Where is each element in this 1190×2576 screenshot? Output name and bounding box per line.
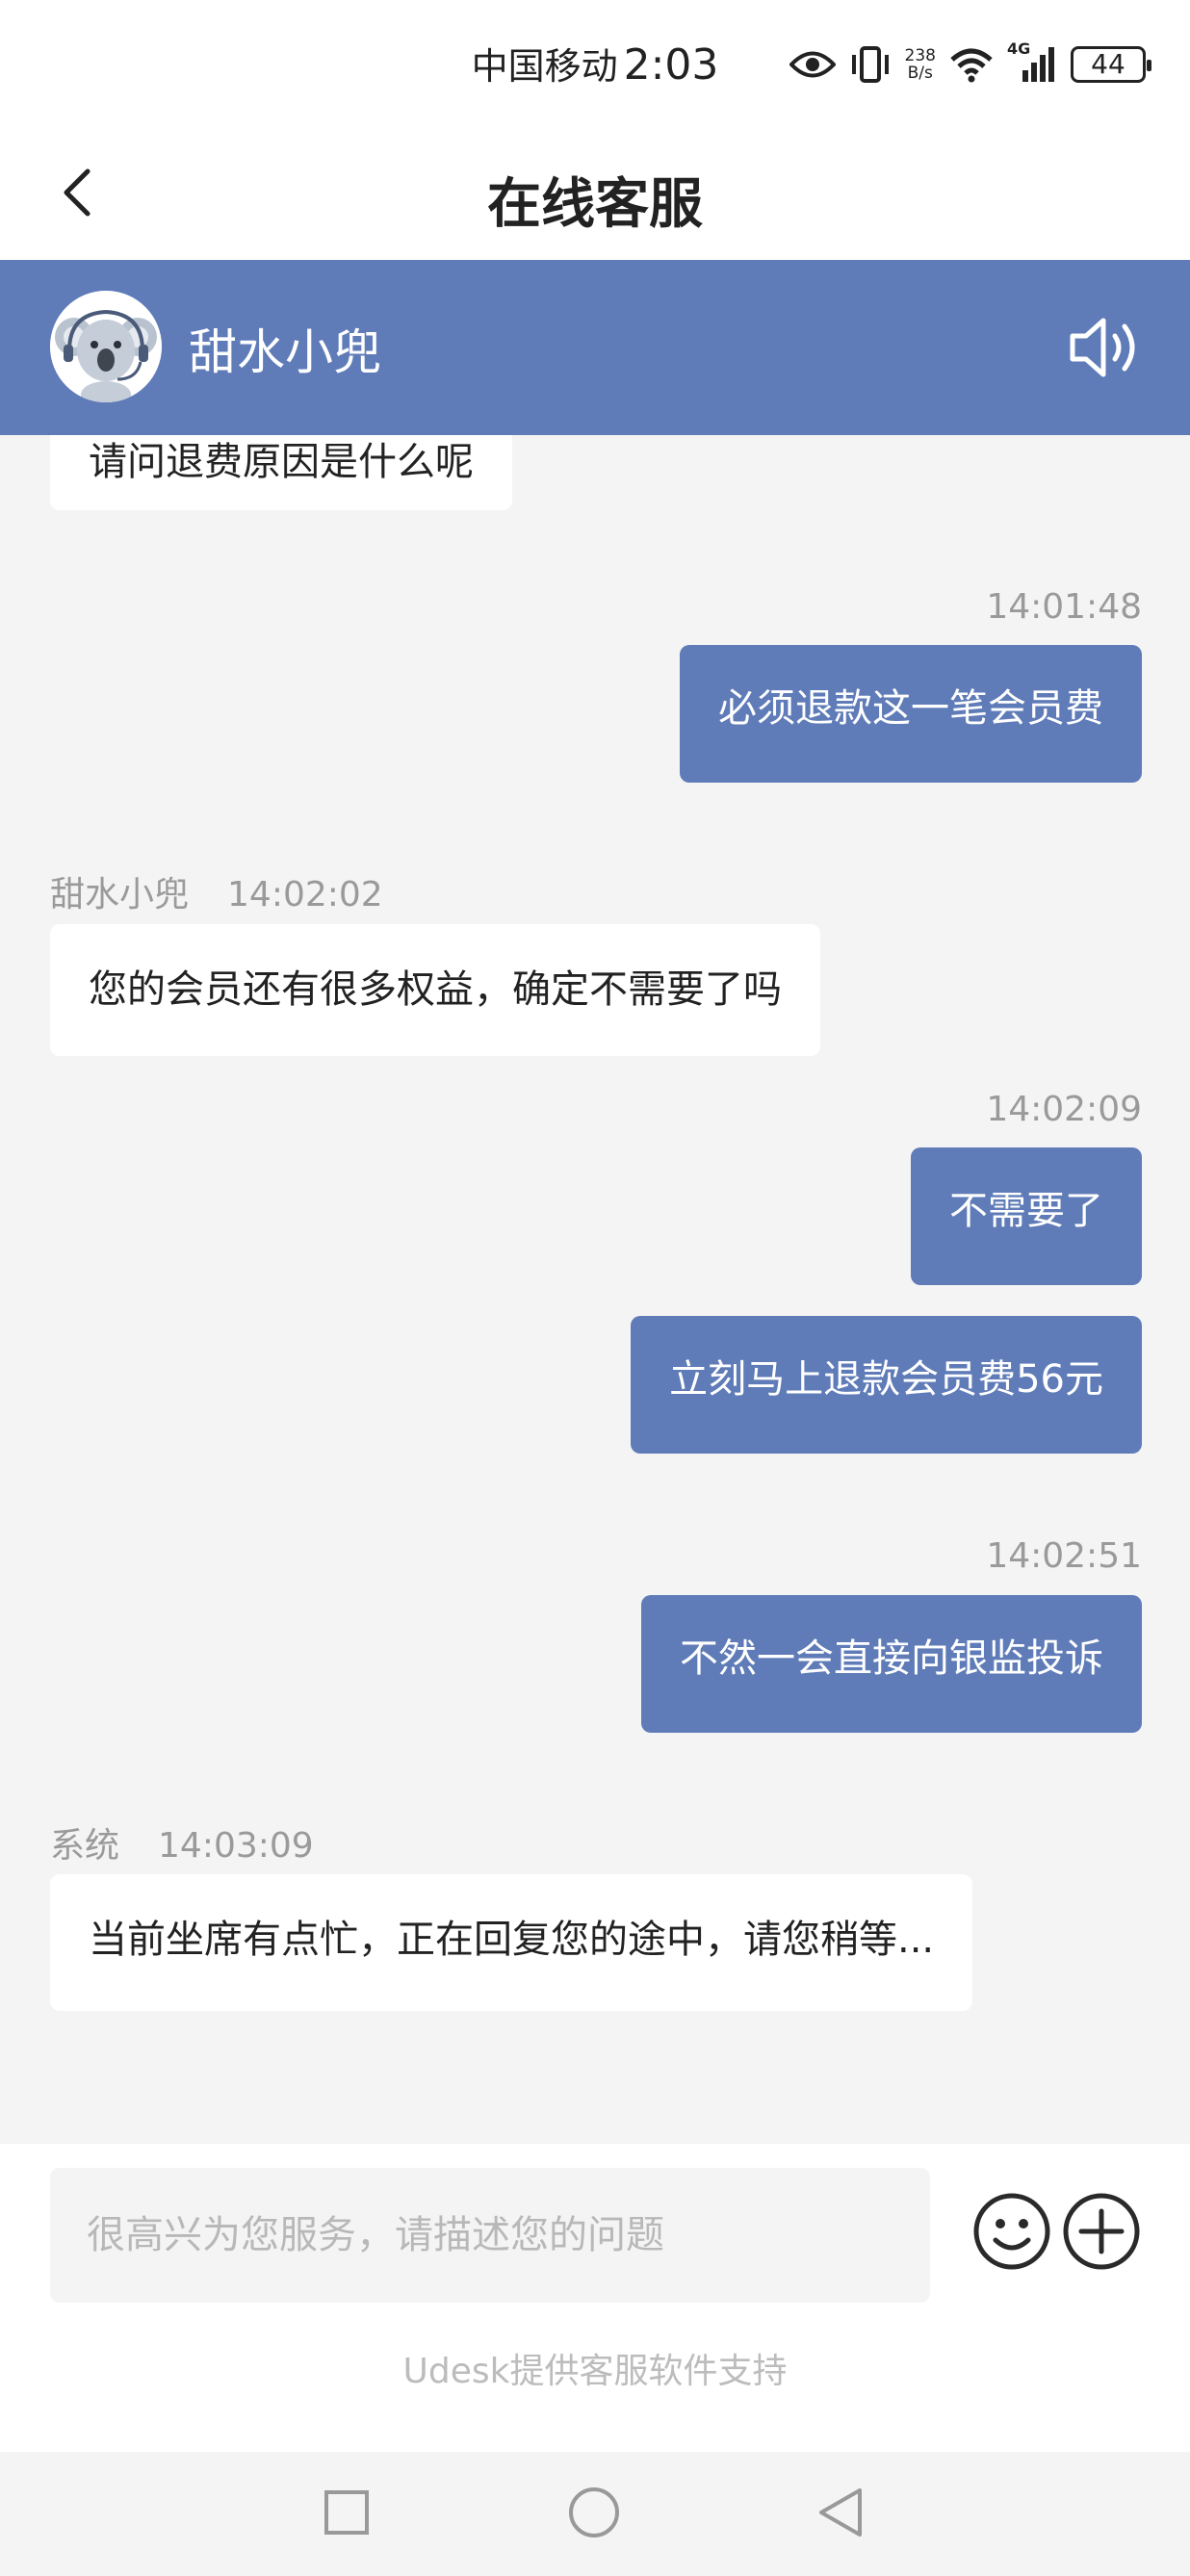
net-speed-unit: B/s (907, 64, 933, 83)
message-text: 当前坐席有点忙，正在回复您的途中，请您稍等... (89, 1918, 935, 1962)
speaker-button[interactable] (1067, 313, 1144, 382)
avatar (50, 291, 162, 402)
message-input[interactable] (50, 2168, 930, 2303)
vibrate-icon (851, 46, 889, 83)
message-timestamp: 14:01:48 (986, 587, 1142, 627)
home-button[interactable] (564, 2483, 624, 2542)
clock: 2:03 (623, 40, 719, 90)
sender-name: 甜水小兜 (50, 875, 190, 914)
status-icons: 238 B/s 4G 44 (789, 39, 1151, 89)
agent-message-bubble: 请问退费原因是什么呢 (50, 435, 512, 510)
message-timestamp: 14:02:09 (986, 1090, 1142, 1129)
page-title: 在线客服 (487, 173, 703, 236)
add-attachment-button[interactable] (1062, 2192, 1141, 2271)
agent-name: 甜水小兜 (189, 324, 381, 380)
system-nav-bar (0, 2452, 1190, 2576)
message-text: 立刻马上退款会员费56元 (669, 1357, 1103, 1402)
user-message-bubble: 必须退款这一笔会员费 (680, 645, 1142, 783)
message-timestamp: 14:02:51 (986, 1536, 1142, 1576)
message-text: 请问退费原因是什么呢 (89, 440, 474, 484)
eye-icon (789, 51, 836, 78)
message-text: 不需要了 (949, 1189, 1103, 1233)
recent-apps-button[interactable] (317, 2483, 376, 2542)
carrier-name: 中国移动 (471, 45, 618, 88)
message-list[interactable]: 请问退费原因是什么呢 14:01:48 必须退款这一笔会员费 甜水小兜 14:02… (0, 435, 1190, 2144)
message-timestamp: 14:02:02 (227, 875, 383, 914)
wifi-icon (950, 48, 993, 83)
triangle-left-icon (819, 2488, 862, 2537)
message-sender-line: 甜水小兜 14:02:02 (50, 866, 383, 916)
plus-circle-icon (1063, 2193, 1140, 2270)
system-message-bubble: 当前坐席有点忙，正在回复您的途中，请您稍等... (50, 1874, 973, 2011)
powered-by: Udesk提供客服软件支持 (402, 2352, 788, 2391)
smiley-icon (973, 2193, 1050, 2270)
sender-name: 系统 (50, 1826, 120, 1866)
user-message-bubble: 不需要了 (911, 1147, 1142, 1285)
message-timestamp: 14:03:09 (158, 1826, 314, 1866)
net-speed: 238 B/s (905, 47, 936, 82)
status-bar: 中国移动 2:03 238 B/s 4G 44 (0, 0, 1190, 130)
message-sender-line: 系统 14:03:09 (50, 1817, 314, 1868)
agent-message-bubble: 您的会员还有很多权益，确定不需要了吗 (50, 924, 820, 1056)
signal-bars-icon (1022, 47, 1054, 82)
input-bar: Udesk提供客服软件支持 (0, 2144, 1190, 2452)
emoji-button[interactable] (972, 2192, 1051, 2271)
koala-avatar-icon (50, 291, 162, 402)
square-icon (324, 2490, 369, 2535)
message-text: 不然一会直接向银监投诉 (680, 1636, 1103, 1681)
battery-indicator: 44 (1071, 46, 1151, 83)
user-message-bubble: 立刻马上退款会员费56元 (631, 1316, 1142, 1454)
chat-screen: 中国移动 2:03 238 B/s 4G 44 在线客服 甜水小兜 请问退费原因… (0, 0, 1190, 2576)
circle-icon (569, 2487, 619, 2537)
net-speed-value: 238 (904, 46, 936, 65)
agent-bar: 甜水小兜 (0, 260, 1190, 435)
speaker-icon (1070, 318, 1135, 377)
message-text: 您的会员还有很多权益，确定不需要了吗 (89, 967, 782, 1012)
message-text: 必须退款这一笔会员费 (718, 686, 1103, 731)
system-back-button[interactable] (812, 2483, 871, 2542)
user-message-bubble: 不然一会直接向银监投诉 (641, 1595, 1142, 1733)
cellular-signal: 4G (1007, 39, 1057, 84)
nav-header: 在线客服 (0, 130, 1190, 260)
